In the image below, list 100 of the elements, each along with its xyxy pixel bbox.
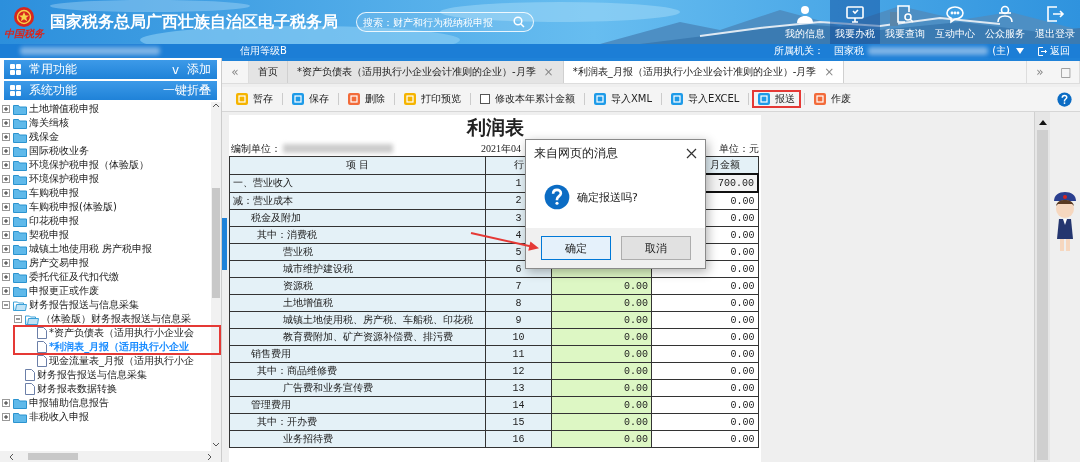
toolbar-button[interactable]: 暂存 [230,90,279,108]
tree-item[interactable]: （体验版）财务报表报送与信息采 [41,312,191,326]
tree-item[interactable]: 申报辅助信息报告 [29,396,109,410]
tree-item[interactable]: 车购税申报 [29,186,79,200]
expand-toggle[interactable] [2,119,10,127]
table-cell-text: 税金及附加 [250,212,301,223]
document-icon [25,369,35,381]
close-tab-button[interactable]: × [824,65,835,79]
table-cell-text: 销售费用 [250,348,291,359]
section-title: 系统功能 [29,82,77,99]
nav-item[interactable]: 退出登录 [1030,0,1080,44]
dialog-title: 来自网页的消息 [534,144,618,162]
tree-item[interactable]: 契税申报 [29,228,69,242]
expand-toggle[interactable] [2,147,10,155]
collapse-toggle[interactable] [2,301,10,309]
expand-toggle[interactable] [2,133,10,141]
scroll-up-icon[interactable] [212,102,220,108]
expand-toggle[interactable] [2,273,10,281]
collapse-toggle[interactable] [14,315,22,323]
checkbox[interactable] [480,94,490,104]
tree-item[interactable]: 房产交易申报 [29,256,89,270]
tree-item[interactable]: 城镇土地使用税 房产税申报 [29,242,153,256]
back-link[interactable]: 返回 [1038,44,1070,58]
column-header: 行 [513,159,524,171]
tree-item[interactable]: 财务报告报送与信息采集 [29,298,139,312]
tree-item[interactable]: 土地增值税申报 [29,102,99,116]
column-header: 项 目 [346,159,369,171]
table-cell-text: 业务招待费 [282,433,333,444]
toolbar-button[interactable]: 导入XML [588,90,659,108]
tree-item[interactable]: *资产负债表（适用执行小企业会 [49,326,194,340]
expand-toggle[interactable] [2,189,10,197]
help-icon[interactable] [1057,91,1072,107]
nav-item[interactable]: 我要查询 [880,0,930,44]
exit-icon [1038,46,1047,56]
nav-item[interactable]: 我要办税 [830,0,880,44]
document-search-icon [895,3,915,24]
tree-item[interactable]: 残保金 [29,130,59,144]
expand-toggle[interactable] [2,175,10,183]
tree-item[interactable]: 印花税申报 [29,214,79,228]
toolbar-button[interactable]: 报送 [752,90,802,108]
tree-item[interactable]: 委托代征及代扣代缴 [29,270,119,284]
checkbox-label[interactable]: 修改本年累计金额 [495,92,575,106]
section-action[interactable]: 添加 [187,61,211,78]
table-cell: 1 [515,177,522,189]
expand-toggle[interactable] [2,287,10,295]
table-cell-text: 城镇土地使用税、房产税、车船税、印花税 [282,314,473,325]
scrollbar[interactable] [0,451,221,462]
collapse-handle[interactable] [222,218,227,270]
scroll-left-icon[interactable] [8,452,14,461]
tree-item[interactable]: 环境保护税申报 [29,172,99,186]
report-date: 2021年04 [481,141,521,156]
expand-toggle[interactable] [2,105,10,113]
expand-toggle[interactable] [2,217,10,225]
table-cell: 9 [515,314,522,326]
table-cell-text: 教育费附加、矿产资源补偿费、排污费 [282,331,453,342]
expand-toggle[interactable] [2,413,10,421]
toolbar-button[interactable]: 保存 [286,90,335,108]
toolbar-button[interactable]: 导入EXCEL [665,90,746,108]
tree-item[interactable]: 现金流量表_月报（适用执行小企 [49,354,194,368]
menu-section-bar[interactable]: 常用功能 v 添加 [4,60,217,79]
expand-toggle[interactable] [2,259,10,267]
dropdown-caret-icon[interactable] [1016,48,1024,54]
dialog-button[interactable]: 取消 [620,236,691,260]
tab[interactable]: 首页 [249,61,288,83]
tree-item[interactable]: 国际税收业务 [29,144,89,158]
search-field[interactable]: 搜索：财产和行为税纳税申报 [356,12,534,32]
tab-label: *资产负债表（适用执行小企业会计准则的企业）-月季 [297,65,536,79]
tab[interactable]: *利润表_月报（适用执行小企业会计准则的企业）-月季 × [563,61,845,83]
tree-item[interactable]: 非税收入申报 [29,410,89,424]
toolbar-button[interactable]: 删除 [342,90,391,108]
tree-item[interactable]: 申报更正或作废 [29,284,99,298]
nav-item[interactable]: 互动中心 [930,0,980,44]
logout-icon [1045,3,1065,24]
tree-item[interactable]: 环境保护税申报（体验版） [29,158,149,172]
dialog-button[interactable]: 确定 [540,236,611,260]
tree-item[interactable]: 海关缉核 [29,116,69,130]
toolbar-button[interactable]: 作废 [808,90,858,108]
tab[interactable]: *资产负债表（适用执行小企业会计准则的企业）-月季 × [288,61,564,83]
close-icon[interactable] [686,147,697,159]
expand-toggle[interactable] [2,245,10,253]
expand-caret[interactable]: v [171,62,179,77]
nav-item[interactable]: 我的信息 [780,0,830,44]
expand-toggle[interactable] [2,231,10,239]
scrollbar[interactable] [211,102,221,451]
expand-toggle[interactable] [2,161,10,169]
table-cell: 3 [515,212,522,224]
nav-item[interactable]: 公众服务 [980,0,1030,44]
table-cell: 14 [512,399,525,411]
table-cell: 6 [515,263,522,275]
emblem-icon [12,5,36,28]
restore-button[interactable]: □ [1053,61,1080,83]
toolbar-button[interactable]: 打印预览 [398,90,467,108]
tree-item[interactable]: 车购税申报(体验版) [29,200,117,214]
scroll-right-icon[interactable] [207,452,213,461]
tree-item[interactable]: 财务报表数据转换 [37,382,117,396]
scroll-down-icon[interactable] [212,442,220,448]
tree-item[interactable]: 财务报告报送与信息采集 [37,368,147,382]
expand-toggle[interactable] [2,399,10,407]
expand-toggle[interactable] [2,203,10,211]
scroll-up-icon[interactable] [1037,118,1048,128]
